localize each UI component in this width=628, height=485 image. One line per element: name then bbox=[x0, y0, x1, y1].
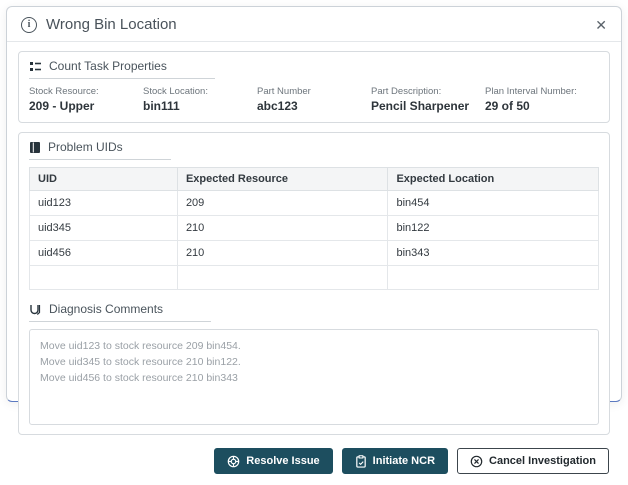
field-part-description: Part Description: Pencil Sharpener bbox=[371, 86, 470, 113]
field-plan-interval-number: Plan Interval Number: 29 of 50 bbox=[485, 86, 577, 113]
close-icon[interactable]: ✕ bbox=[595, 18, 607, 32]
problem-uids-label: Problem UIDs bbox=[48, 140, 123, 154]
table-row[interactable]: uid123 209 bin454 bbox=[29, 190, 599, 216]
field-stock-resource: Stock Resource: 209 - Upper bbox=[29, 86, 99, 113]
wrong-bin-location-dialog: i Wrong Bin Location ✕ Count Task Proper… bbox=[6, 6, 622, 474]
lifebuoy-icon bbox=[227, 455, 240, 467]
dialog-body: Count Task Properties Stock Resource: 20… bbox=[7, 42, 621, 439]
comment-line: Move uid456 to stock resource 210 bin343 bbox=[40, 371, 238, 384]
resolve-issue-label: Resolve Issue bbox=[246, 455, 320, 467]
diagnosis-comments-heading: Diagnosis Comments bbox=[29, 302, 212, 322]
column-header-expected-location: Expected Location bbox=[387, 167, 599, 191]
initiate-ncr-button[interactable]: Initiate NCR bbox=[341, 448, 449, 474]
book-icon bbox=[30, 141, 40, 153]
resolve-issue-button[interactable]: Resolve Issue bbox=[214, 448, 333, 474]
problem-uids-table: UID Expected Resource Expected Location … bbox=[29, 167, 599, 290]
cancel-investigation-label: Cancel Investigation bbox=[489, 455, 596, 467]
table-row[interactable]: uid456 210 bin343 bbox=[29, 240, 599, 266]
table-header-row: UID Expected Resource Expected Location bbox=[29, 167, 599, 191]
problem-uids-section: Problem UIDs UID Expected Resource Expec… bbox=[18, 132, 610, 435]
problem-uids-heading: Problem UIDs bbox=[29, 140, 171, 160]
field-stock-location: Stock Location: bin111 bbox=[143, 86, 208, 113]
count-task-fields: Stock Resource: 209 - Upper Stock Locati… bbox=[29, 86, 599, 113]
initiate-ncr-label: Initiate NCR bbox=[372, 455, 436, 467]
column-header-uid: UID bbox=[29, 167, 178, 191]
table-row-empty[interactable] bbox=[29, 265, 599, 290]
dialog-header: i Wrong Bin Location ✕ bbox=[7, 7, 621, 42]
count-task-properties-heading: Count Task Properties bbox=[29, 59, 215, 79]
field-part-number: Part Number abc123 bbox=[257, 86, 311, 113]
comment-icon bbox=[30, 304, 41, 315]
count-task-properties-label: Count Task Properties bbox=[49, 59, 167, 73]
dialog-title: Wrong Bin Location bbox=[46, 16, 177, 33]
info-icon: i bbox=[21, 16, 37, 33]
diagnosis-comments-label: Diagnosis Comments bbox=[49, 302, 164, 316]
cancel-circle-icon bbox=[470, 455, 483, 467]
task-list-icon bbox=[30, 61, 41, 71]
table-row[interactable]: uid345 210 bin122 bbox=[29, 215, 599, 241]
comment-line: Move uid345 to stock resource 210 bin122… bbox=[40, 355, 241, 368]
column-header-expected-resource: Expected Resource bbox=[176, 167, 389, 191]
comment-line: Move uid123 to stock resource 209 bin454… bbox=[40, 340, 241, 352]
dialog-footer: Resolve Issue Initiate NCR Cancel Invest… bbox=[7, 439, 621, 485]
clipboard-flag-icon bbox=[355, 454, 366, 468]
count-task-properties-section: Count Task Properties Stock Resource: 20… bbox=[18, 51, 610, 123]
diagnosis-comments-input[interactable]: Move uid123 to stock resource 209 bin454… bbox=[29, 329, 599, 425]
cancel-investigation-button[interactable]: Cancel Investigation bbox=[457, 448, 609, 474]
